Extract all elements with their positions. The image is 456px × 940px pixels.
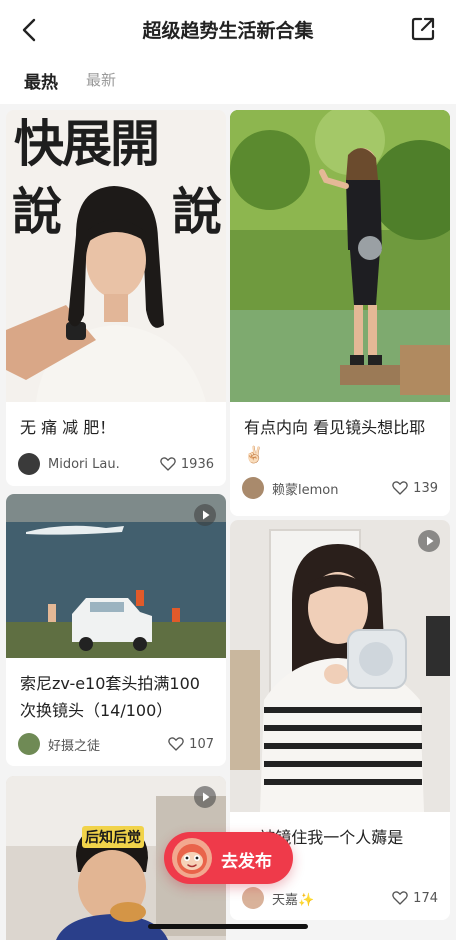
post-cover-image[interactable]: 快展開 說說: [6, 110, 226, 402]
post-meta: Midori Lau. 1936: [18, 452, 214, 476]
post-cover-image[interactable]: [230, 520, 450, 812]
post-meta: 好摄之徒 107: [18, 732, 214, 756]
like-button[interactable]: 139: [391, 479, 438, 497]
play-icon: [203, 792, 210, 802]
publish-button[interactable]: 去发布: [164, 832, 293, 884]
post-cover-image[interactable]: [230, 110, 450, 402]
heart-icon: [392, 481, 408, 495]
heart-icon: [168, 737, 184, 751]
author-name[interactable]: 好摄之徒: [48, 735, 100, 754]
video-indicator: [194, 786, 216, 808]
play-icon: [203, 510, 210, 520]
avatar[interactable]: [18, 733, 40, 755]
tab-latest[interactable]: 最新: [86, 69, 116, 90]
like-count: 139: [413, 480, 438, 496]
post-meta: 天嘉✨ 174: [242, 886, 438, 910]
cover-overlay-text-top: 快展開: [14, 114, 160, 173]
cover-overlay-text-bottom: 說說: [12, 182, 222, 241]
share-icon[interactable]: [408, 14, 438, 44]
like-button[interactable]: 174: [391, 889, 438, 907]
page-title: 超级趋势生活新合集: [142, 20, 314, 42]
video-indicator: [418, 530, 440, 552]
post-meta: 赖蒙lemon 139: [242, 476, 438, 500]
publish-label: 去发布: [221, 852, 272, 872]
author-name[interactable]: Midori Lau.: [48, 457, 120, 472]
avatar[interactable]: [18, 453, 40, 475]
top-bar: 超级趋势生活新合集: [0, 0, 456, 56]
post-card[interactable]: 索尼zv-e10套头拍满100次换镜头（14/100） 好摄之徒 107: [6, 494, 226, 766]
tab-hottest[interactable]: 最热: [24, 68, 58, 93]
post-card[interactable]: 快展開 說說 无 痛 减 肥！ Midori Lau. 1936: [6, 110, 226, 486]
heart-icon: [392, 891, 408, 905]
post-cover-image[interactable]: [6, 494, 226, 658]
like-count: 174: [413, 890, 438, 906]
play-icon: [427, 536, 434, 546]
like-button[interactable]: 1936: [159, 455, 214, 473]
post-card[interactable]: 有点内向 看见镜头想比耶✌🏻 赖蒙lemon 139: [230, 110, 450, 516]
avatar[interactable]: [242, 477, 264, 499]
author-name[interactable]: 赖蒙lemon: [272, 479, 338, 498]
heart-icon: [160, 457, 176, 471]
like-count: 107: [189, 736, 214, 752]
post-caption: 无 痛 减 肥！: [20, 418, 116, 437]
post-caption: 索尼zv-e10套头拍满100次换镜头（14/100）: [20, 674, 200, 720]
like-button[interactable]: 107: [167, 735, 214, 753]
mascot-icon: [172, 838, 212, 878]
cover-overlay-text: 后知后觉: [82, 826, 144, 848]
like-count: 1936: [180, 456, 214, 472]
video-indicator: [194, 504, 216, 526]
home-indicator: [148, 924, 308, 929]
avatar[interactable]: [242, 887, 264, 909]
post-caption: 有点内向 看见镜头想比耶✌🏻: [244, 418, 426, 464]
sort-tabs: 最热 最新: [0, 56, 456, 104]
author-name[interactable]: 天嘉✨: [272, 889, 314, 908]
